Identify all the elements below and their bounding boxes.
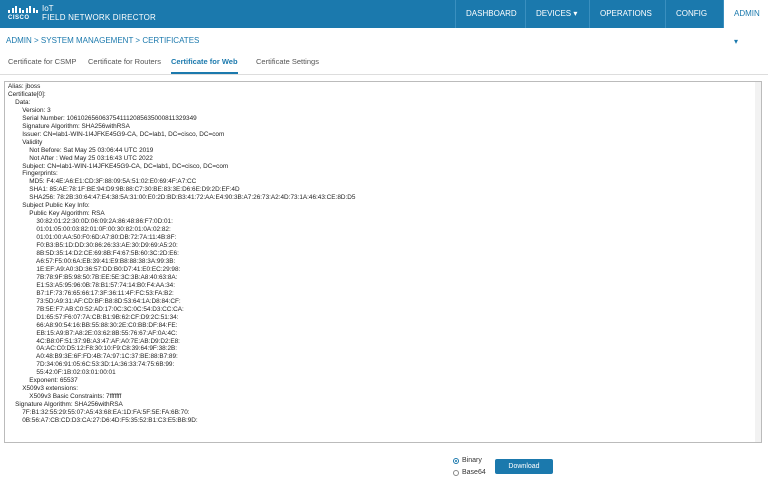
nav-operations[interactable]: OPERATIONS ▾ — [589, 0, 665, 46]
logo-wordmark: CISCO — [8, 15, 30, 21]
certificate-line: X509v3 extensions: — [8, 385, 78, 393]
nav-config[interactable]: CONFIG ▾ — [665, 0, 723, 46]
certificate-line: Issuer: CN=lab1-WIN-1I4JFKE45G9-CA, DC=l… — [8, 130, 225, 138]
nav-admin[interactable]: ADMIN ▾ — [723, 0, 768, 46]
certificate-scrollbar[interactable] — [755, 82, 761, 442]
certificate-text: Alias: jboss Certificate[0]: Data: Versi… — [5, 82, 761, 426]
certificate-line: SHA1: 85:AE:78:1F:BE:94:D9:9B:88:C7:30:B… — [8, 186, 240, 194]
app-title-line1: IoT — [42, 4, 54, 13]
certificate-line: 73:5D:A9:31:AF:CD:BF:B8:8D:53:64:1A:D8:8… — [8, 297, 181, 305]
certificate-line: 1E:EF:A9:A0:3D:36:57:DD:B0:D7:41:E0:EC:2… — [8, 265, 181, 273]
certificate-line: Subject: CN=lab1-WIN-1I4JFKE45G9-CA, DC=… — [8, 162, 229, 170]
certificate-line: Public Key Algorithm: RSA — [8, 210, 105, 218]
certificate-line: Certificate[0]: — [8, 90, 46, 98]
certificate-line: 7B:5E:F7:AB:C0:52:AD:17:0C:3C:0C:54:D3:C… — [8, 305, 184, 313]
certificate-line: 8B:5D:35:14:D2:CE:69:8B:F4:67:5B:60:3C:2… — [8, 250, 179, 258]
download-footer: Binary Base64 Download — [0, 450, 768, 484]
certificate-line: Fingerprints: — [8, 170, 58, 178]
certificate-line: 01:01:05:00:03:82:01:0F:00:30:82:01:0A:0… — [8, 226, 171, 234]
certificate-line: Signature Algorithm: SHA256withRSA — [8, 122, 130, 130]
certificate-line: SHA256: 78:2B:30:64:47:E4:38:5A:31:00:E0… — [8, 194, 356, 202]
certificate-line: 7D:34:06:91:05:6C:53:3D:1A:36:33:74:75:6… — [8, 361, 175, 369]
certificate-line: Not Before: Sat May 25 03:06:44 UTC 2019 — [8, 146, 154, 154]
format-base64-radio[interactable]: Base64 — [453, 469, 486, 476]
certificate-line: B7:1F:73:76:65:66:17:3F:36:11:4F:FC:53:F… — [8, 289, 174, 297]
radio-unselected-icon — [453, 469, 459, 476]
format-binary-label: Binary — [462, 457, 482, 464]
radio-selected-icon — [453, 457, 459, 464]
certificate-line: Serial Number: 1061026560637541112085635… — [8, 114, 197, 122]
certificate-line: 55:42:0F:1B:02:03:01:00:01 — [8, 369, 116, 377]
certificate-line: MD5: F4:4E:A6:E1:CD:3F:88:09:5A:51:02:E0… — [8, 178, 197, 186]
certificate-line: 0B:56:A7:CB:CD:D3:CA:27:D6:4D:F5:35:52:B… — [8, 417, 198, 425]
certificate-line: 4C:B8:0F:51:37:9B:A3:47:AF:A0:7E:AB:D9:D… — [8, 337, 180, 345]
certificate-line: 7F:B1:32:55:29:55:07:A5:43:68:EA:1D:FA:5… — [8, 409, 190, 417]
certificate-line: A6:57:F5:00:6A:EB:39:41:E9:B8:88:38:3A:9… — [8, 257, 176, 265]
certificate-line: 66:A8:90:54:16:BB:55:88:30:2E:C0:BB:DF:8… — [8, 321, 178, 329]
tab-certificate-web[interactable]: Certificate for Web — [171, 50, 238, 74]
certificate-line: Version: 3 — [8, 106, 51, 114]
top-navigation-bar: CISCO IoT FIELD NETWORK DIRECTOR DASHBOA… — [0, 0, 768, 46]
certificate-line: A0:48:B9:3E:6F:FD:4B:7A:97:1C:37:BE:88:B… — [8, 353, 178, 361]
certificate-line: 7B:78:9F:B5:98:50:7B:EE:5E:3C:3B:A8:40:6… — [8, 273, 178, 281]
app-title: IoT FIELD NETWORK DIRECTOR — [42, 4, 156, 22]
certificate-line: 0A:AC:C0:D5:12:F8:30:10:F9:C8:39:64:9F:3… — [8, 345, 178, 353]
certificate-line: Subject Public Key Info: — [8, 202, 90, 210]
certificate-line: Not After : Wed May 25 03:16:43 UTC 2022 — [8, 154, 153, 162]
certificate-line: Signature Algorithm: SHA256withRSA — [8, 401, 123, 409]
nav-dashboard[interactable]: DASHBOARD — [455, 0, 525, 28]
certificate-line: F0:B3:B5:1D:DD:30:86:26:33:AE:30:D9:69:A… — [8, 242, 178, 250]
breadcrumb: ADMIN > SYSTEM MANAGEMENT > CERTIFICATES — [6, 36, 200, 45]
download-button[interactable]: Download — [495, 459, 553, 474]
app-title-line2: FIELD NETWORK DIRECTOR — [42, 13, 157, 22]
certificate-line: Alias: jboss — [8, 83, 41, 90]
certificate-line: X509v3 Basic Constraints: 7fffffff — [8, 393, 122, 401]
certificate-line: 01:01:00:AA:50:F0:6D:A7:80:DB:72:7A:11:4… — [8, 234, 177, 242]
certificate-line: Validity — [8, 138, 43, 146]
tab-certificate-settings[interactable]: Certificate Settings — [256, 50, 319, 74]
nav-devices[interactable]: DEVICES ▾ — [525, 0, 589, 28]
certificate-line: Exponent: 65537 — [8, 377, 78, 385]
format-base64-label: Base64 — [462, 469, 486, 476]
tab-certificate-routers[interactable]: Certificate for Routers — [88, 50, 161, 74]
certificate-details-panel[interactable]: Alias: jboss Certificate[0]: Data: Versi… — [4, 81, 762, 443]
cisco-bars-icon — [8, 6, 38, 13]
certificate-line: D1:65:57:F6:07:7A:CB:B1:9B:62:CF:D9:2C:5… — [8, 313, 179, 321]
tab-certificate-csmp[interactable]: Certificate for CSMP — [8, 50, 76, 74]
cisco-logo: CISCO — [8, 6, 38, 22]
main-nav: DASHBOARD DEVICES ▾ OPERATIONS ▾ CONFIG … — [455, 0, 768, 46]
certificate-line: 30:82:01:22:30:0D:06:09:2A:86:48:86:F7:0… — [8, 218, 173, 226]
certificate-line: EB:15:A9:B7:A8:2E:03:62:8B:55:76:67:AF:0… — [8, 329, 178, 337]
format-binary-radio[interactable]: Binary — [453, 457, 482, 464]
certificate-tabs: Certificate for CSMP Certificate for Rou… — [0, 50, 768, 75]
certificate-line: Data: — [8, 98, 31, 106]
certificate-line: E1:53:A5:95:96:0B:78:B1:57:74:14:B0:F4:A… — [8, 281, 175, 289]
